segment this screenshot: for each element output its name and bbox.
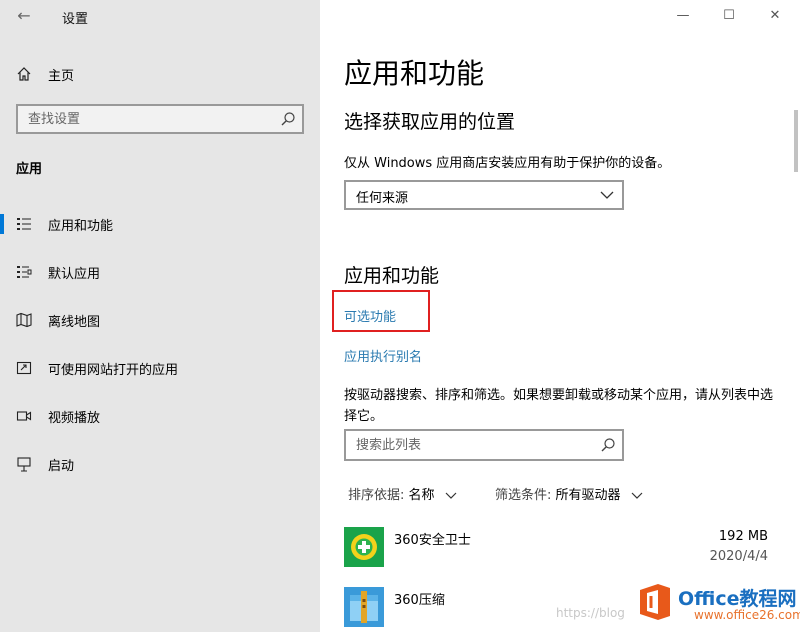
search-icon[interactable] (280, 111, 296, 127)
sidebar-item-label: 视频播放 (48, 411, 101, 426)
app-execution-aliases-link[interactable]: 应用执行别名 (344, 346, 422, 365)
office-logo-icon (640, 584, 670, 620)
app-list-search-box[interactable] (344, 429, 624, 461)
video-playback-icon (16, 411, 32, 421)
app-list-search-input[interactable] (346, 431, 586, 459)
sidebar-item-video-playback[interactable]: 视频播放 (0, 400, 320, 432)
maximize-button[interactable]: ☐ (706, 0, 752, 32)
settings-search-box[interactable] (16, 104, 304, 134)
brand-name: Office教程网 (678, 588, 797, 610)
filter-by-dropdown[interactable]: 筛选条件: 所有驱动器 (495, 484, 643, 503)
app-list-item[interactable]: 360安全卫士 192 MB 2020/4/4 (344, 527, 768, 571)
watermark-url: https://blog (556, 606, 625, 620)
brand-watermark: Office教程网 www.office26.com (636, 578, 800, 632)
sidebar-item-label: 可使用网站打开的应用 (48, 363, 179, 378)
optional-features-link[interactable]: 可选功能 (344, 306, 396, 325)
sidebar-item-home[interactable]: 主页 (0, 60, 320, 88)
filter-value: 所有驱动器 (555, 488, 621, 503)
sort-key: 排序依据: (348, 488, 405, 503)
filter-key: 筛选条件: (495, 488, 552, 503)
360-zip-icon (344, 587, 384, 627)
back-button[interactable]: ← (12, 6, 36, 26)
sidebar-item-offline-maps[interactable]: 离线地图 (0, 304, 320, 336)
sidebar-item-apps-features[interactable]: 应用和功能 (0, 208, 320, 240)
install-source-value: 任何来源 (356, 191, 409, 206)
install-location-heading: 选择获取应用的位置 (344, 111, 516, 133)
close-button[interactable]: ✕ (752, 0, 798, 32)
window-title: 设置 (62, 12, 89, 27)
brand-domain: www.office26.com (694, 608, 800, 622)
section-label: 应用 (16, 162, 43, 177)
settings-search-input[interactable] (18, 106, 258, 132)
title-bar: ← 设置 (0, 0, 320, 32)
chevron-down-icon (600, 191, 614, 199)
sidebar-item-label: 默认应用 (48, 267, 101, 282)
chevron-down-icon (445, 492, 457, 499)
app-size: 192 MB (718, 529, 768, 544)
app-name: 360安全卫士 (394, 533, 471, 548)
scrollbar-thumb[interactable] (794, 110, 798, 172)
sort-value: 名称 (408, 488, 435, 503)
app-date: 2020/4/4 (709, 549, 768, 564)
startup-icon (17, 457, 31, 472)
search-icon[interactable] (600, 437, 616, 453)
sort-by-dropdown[interactable]: 排序依据: 名称 (348, 484, 457, 503)
selection-indicator (0, 214, 4, 234)
apps-features-heading: 应用和功能 (344, 265, 440, 287)
install-location-description: 仅从 Windows 应用商店安装应用有助于保护你的设备。 (344, 156, 671, 171)
360-security-icon (344, 527, 384, 567)
sidebar: ← 设置 主页 应用 应用和功能 默认应用 (0, 0, 320, 632)
window-controls: — ☐ ✕ (650, 0, 800, 32)
default-apps-icon (17, 266, 32, 278)
list-description: 按驱动器搜索、排序和筛选。如果想要卸载或移动某个应用，请从列表中选择它。 (344, 388, 774, 424)
home-icon (17, 67, 31, 81)
sidebar-item-label: 离线地图 (48, 315, 101, 330)
main-pane: — ☐ ✕ 应用和功能 选择获取应用的位置 仅从 Windows 应用商店安装应… (320, 0, 800, 632)
page-title: 应用和功能 (344, 57, 485, 90)
sidebar-item-default-apps[interactable]: 默认应用 (0, 256, 320, 288)
app-name: 360压缩 (394, 593, 445, 608)
sidebar-item-apps-for-websites[interactable]: 可使用网站打开的应用 (0, 352, 320, 384)
minimize-button[interactable]: — (660, 0, 706, 32)
sidebar-item-label: 启动 (48, 459, 75, 474)
sidebar-item-label: 应用和功能 (48, 219, 114, 234)
apps-features-icon (17, 218, 31, 230)
install-source-dropdown[interactable]: 任何来源 (344, 180, 624, 210)
chevron-down-icon (631, 492, 643, 499)
sidebar-item-startup[interactable]: 启动 (0, 448, 320, 480)
offline-maps-icon (16, 312, 32, 328)
home-label: 主页 (48, 69, 75, 84)
apps-for-websites-icon (16, 361, 32, 375)
